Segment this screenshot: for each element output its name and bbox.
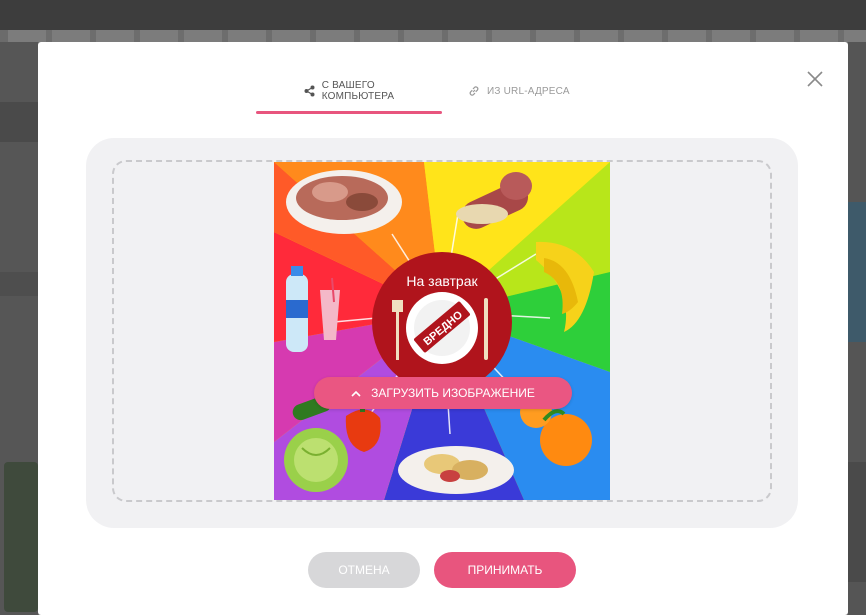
background-header [0, 0, 866, 30]
background-image [4, 462, 38, 612]
chevron-up-icon [351, 390, 361, 397]
upload-image-label: ЗАГРУЗИТЬ ИЗОБРАЖЕНИЕ [371, 386, 535, 400]
tab-from-url[interactable]: ИЗ URL-АДРЕСА [468, 68, 618, 114]
upload-image-button[interactable]: ЗАГРУЗИТЬ ИЗОБРАЖЕНИЕ [314, 377, 572, 409]
active-tab-indicator [256, 111, 442, 114]
image-preview: ВРЕДНО На завтрак [274, 162, 610, 500]
close-button[interactable] [802, 66, 828, 92]
link-icon [468, 85, 480, 97]
accept-label: ПРИНИМАТЬ [467, 563, 543, 577]
source-tabs: С ВАШЕГО КОМПЬЮТЕРА ИЗ URL-АДРЕСА [256, 68, 616, 114]
background-block [0, 102, 38, 142]
cancel-label: ОТМЕНА [338, 563, 390, 577]
tab-from-computer[interactable]: С ВАШЕГО КОМПЬЮТЕРА [256, 68, 442, 114]
plate-title: На завтрак [406, 273, 478, 289]
tab-from-computer-label: С ВАШЕГО КОМПЬЮТЕРА [322, 80, 395, 102]
tab-from-url-label: ИЗ URL-АДРЕСА [487, 85, 570, 97]
close-icon [807, 71, 823, 87]
background-block [848, 462, 866, 582]
cancel-button[interactable]: ОТМЕНА [308, 552, 420, 588]
image-upload-dialog: С ВАШЕГО КОМПЬЮТЕРА ИЗ URL-АДРЕСА ВРЕДНО… [38, 42, 848, 615]
accept-button[interactable]: ПРИНИМАТЬ [434, 552, 576, 588]
tab-label-line: С ВАШЕГО [321, 80, 375, 91]
background-left-column [0, 42, 38, 615]
tab-label-line: КОМПЬЮТЕРА [321, 91, 395, 102]
background-block [0, 272, 38, 296]
background-right-column [848, 42, 866, 615]
share-icon [304, 85, 315, 97]
background-text-line [8, 30, 866, 42]
background-image [848, 202, 866, 342]
